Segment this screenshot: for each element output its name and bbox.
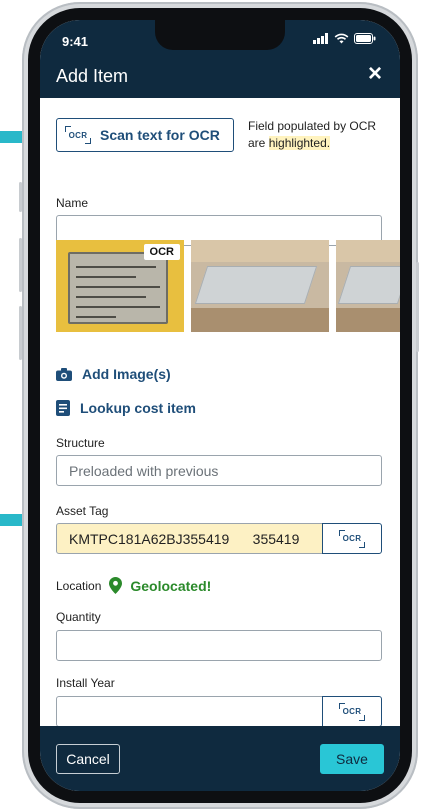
add-images-button[interactable]: Add Image(s) [56, 366, 171, 382]
geolocated-status: Geolocated! [130, 577, 212, 594]
image-thumbnail[interactable] [336, 240, 400, 332]
asset-tag-label: Asset Tag [56, 504, 109, 518]
quantity-label: Quantity [56, 610, 101, 624]
structure-label: Structure [56, 436, 105, 450]
lookup-cost-button[interactable]: Lookup cost item [56, 400, 196, 416]
lookup-cost-label: Lookup cost item [80, 400, 196, 416]
scan-ocr-button[interactable]: OCR Scan text for OCR [56, 118, 234, 152]
ocr-image-tag: OCR [143, 244, 180, 260]
page-title: Add Item [56, 66, 129, 86]
battery-icon [354, 33, 376, 44]
wifi-icon [334, 33, 349, 44]
nameplate-image [68, 252, 168, 324]
phone-power-button [416, 262, 419, 352]
form-content: OCR Scan text for OCR Field populated by… [40, 98, 400, 727]
phone-side-button [19, 306, 22, 360]
add-images-label: Add Image(s) [82, 366, 171, 382]
install-year-input[interactable] [56, 696, 324, 727]
location-label: Location [56, 578, 102, 593]
phone-side-button [19, 182, 22, 212]
save-button[interactable]: Save [320, 744, 384, 774]
location-row: Location Geolocated! [56, 577, 211, 594]
ocr-scan-icon: OCR [65, 126, 91, 144]
asset-tag-ocr-button[interactable]: OCR [322, 523, 382, 554]
scan-ocr-label: Scan text for OCR [100, 127, 220, 143]
phone-side-button [19, 238, 22, 292]
install-year-ocr-button[interactable]: OCR [322, 696, 382, 727]
image-thumbnail[interactable] [191, 240, 329, 332]
signal-icon [313, 33, 328, 44]
ocr-note: Field populated by OCR are highlighted. [248, 118, 388, 152]
footer-bar: Cancel Save [40, 726, 400, 791]
location-pin-icon [109, 577, 123, 594]
ocr-scan-icon: OCR [339, 529, 365, 548]
image-thumbnail-ocr[interactable]: OCR [56, 240, 184, 332]
install-year-label: Install Year [56, 676, 115, 690]
status-icons [313, 33, 376, 44]
phone-screen: 9:41 Add Item × OCR Scan text for OCR Fi… [40, 20, 400, 791]
ocr-note-highlight: highlighted. [268, 136, 331, 150]
camera-icon [56, 367, 72, 381]
document-icon [56, 400, 70, 416]
ocr-scan-icon: OCR [339, 702, 365, 721]
name-label: Name [56, 196, 89, 210]
quantity-input[interactable] [56, 630, 382, 661]
notch [155, 20, 285, 50]
asset-tag-input[interactable]: KMTPC181A62BJ355419 355419 [56, 523, 324, 554]
cancel-button[interactable]: Cancel [56, 744, 120, 774]
structure-input[interactable]: Preloaded with previous [56, 455, 382, 486]
status-time: 9:41 [62, 34, 89, 49]
close-icon[interactable]: × [368, 62, 382, 86]
